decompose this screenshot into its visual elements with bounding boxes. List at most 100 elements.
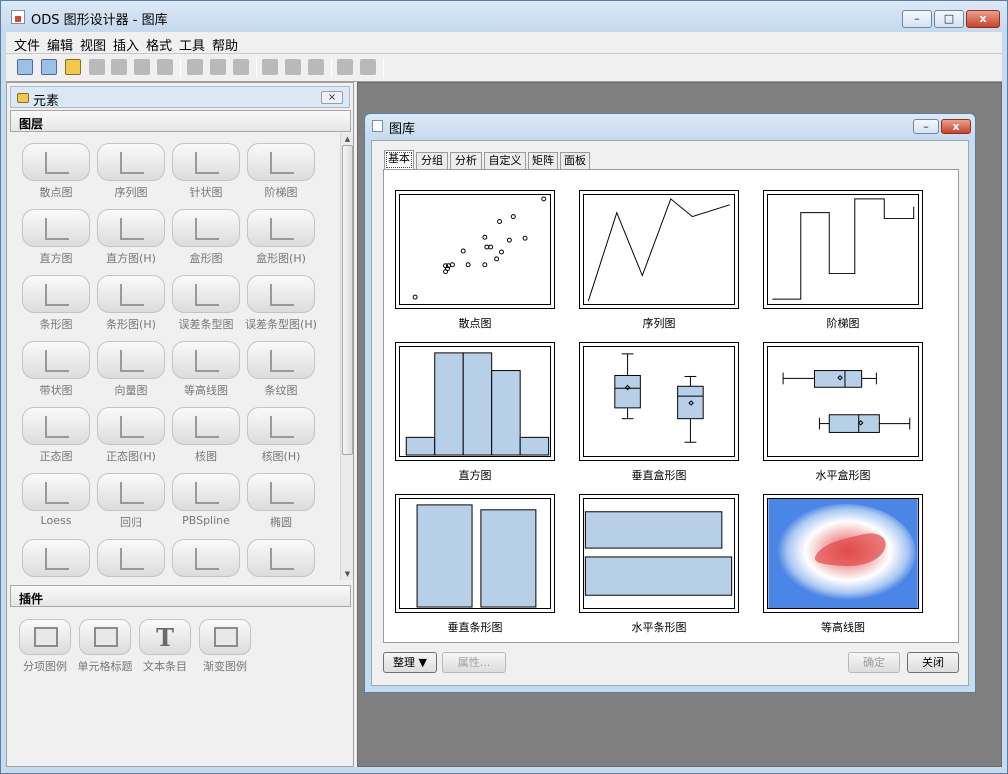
layer-box-button[interactable]: 盒形图 [168, 209, 244, 266]
close-button[interactable]: x [966, 10, 1000, 28]
menu-help[interactable]: 帮助 [212, 35, 238, 54]
tab-matrix[interactable]: 矩阵 [528, 152, 558, 169]
layer-button-face [22, 341, 90, 379]
gallery-item-histogram[interactable]: 直方图 [395, 342, 555, 483]
properties-icon[interactable] [308, 59, 324, 75]
layers-section-header[interactable]: 图层 [10, 110, 351, 132]
drop-line-icon [120, 548, 144, 570]
layer-regression-button[interactable]: 回归 [93, 473, 169, 530]
save-as-icon[interactable] [111, 59, 127, 75]
layer-vector-button[interactable]: 向量图 [93, 341, 169, 398]
layers-scrollbar[interactable]: ▲ ▼ [340, 133, 353, 580]
layer-loess-button[interactable]: Loess [18, 473, 94, 527]
layer-contour-button[interactable]: 等高线图 [168, 341, 244, 398]
print-icon[interactable] [134, 59, 150, 75]
save-icon[interactable] [89, 59, 105, 75]
layer-histogram-h-button[interactable]: 直方图(H) [93, 209, 169, 266]
layer-ellipse-button[interactable]: 椭圆 [243, 473, 319, 530]
gallery-item-horizontal-bar[interactable]: 水平条形图 [579, 494, 739, 635]
plugin-text-button[interactable]: T 文本条目 [134, 619, 196, 674]
scroll-up-icon[interactable]: ▲ [341, 135, 354, 143]
layout-icon[interactable] [360, 59, 376, 75]
layer-label: 条形图(H) [106, 318, 156, 331]
regression-icon [120, 482, 144, 504]
layer-step-button[interactable]: 阶梯图 [243, 143, 319, 200]
new-graph-icon[interactable] [17, 59, 33, 75]
layer-kernel-button[interactable]: 核图 [168, 407, 244, 464]
align-icon[interactable] [337, 59, 353, 75]
tab-basic[interactable]: 基本 [384, 150, 414, 170]
print-preview-icon[interactable] [157, 59, 173, 75]
plugin-label: 渐变图例 [203, 660, 247, 673]
layer-bar-button[interactable]: 条形图 [18, 275, 94, 332]
layer-box-h-button[interactable]: 盒形图(H) [243, 209, 319, 266]
kernel-h-icon [270, 416, 294, 438]
maximize-button[interactable]: □ [934, 10, 964, 28]
layer-bar-h-button[interactable]: 条形图(H) [93, 275, 169, 332]
menu-insert[interactable]: 插入 [113, 35, 139, 54]
open-icon[interactable] [65, 59, 81, 75]
scroll-down-icon[interactable]: ▼ [341, 570, 354, 578]
layer-line-parm-button[interactable] [243, 539, 319, 580]
bar-icon [45, 284, 69, 306]
layer-button-face [22, 209, 90, 247]
move-up-icon[interactable] [262, 59, 278, 75]
layer-fringe-button[interactable]: 条纹图 [243, 341, 319, 398]
gallery-tab-pane: 散点图 序列图 阶梯图 直方图 垂直盒形图 水平盒形图 垂直条形图 水平条形图 … [383, 169, 959, 643]
gallery-item-step[interactable]: 阶梯图 [763, 190, 923, 331]
plugin-cell-title-button[interactable]: 单元格标题 [74, 619, 136, 674]
redo-icon[interactable] [210, 59, 226, 75]
layer-normal-button[interactable]: 正态图 [18, 407, 94, 464]
layer-histogram-button[interactable]: 直方图 [18, 209, 94, 266]
element-panel-title: 元素 [33, 94, 60, 109]
undo-icon[interactable] [187, 59, 203, 75]
gallery-item-vertical-box[interactable]: 垂直盒形图 [579, 342, 739, 483]
layer-scatter-button[interactable]: 散点图 [18, 143, 94, 200]
tab-group[interactable]: 分组 [416, 152, 448, 169]
gallery-item-scatter[interactable]: 散点图 [395, 190, 555, 331]
plugin-gradient-legend-button[interactable]: 渐变图例 [194, 619, 256, 674]
gallery-window: 图库 – x 基本 分组 分析 自定义 矩阵 面板 散点图 序列图 阶梯图 直方… [364, 113, 976, 693]
tab-analysis[interactable]: 分析 [450, 152, 482, 169]
scrollbar-thumb[interactable] [342, 145, 353, 455]
gallery-item-horizontal-box[interactable]: 水平盒形图 [763, 342, 923, 483]
layer-pbspline-button[interactable]: PBSpline [168, 473, 244, 527]
menu-file[interactable]: 文件 [14, 35, 40, 54]
line-parm-icon [270, 548, 294, 570]
gallery-item-series[interactable]: 序列图 [579, 190, 739, 331]
tab-panel[interactable]: 面板 [560, 152, 590, 169]
layer-error-bar-h-button[interactable]: 误差条型图(H) [243, 275, 319, 332]
plugin-legend-button[interactable]: 分项图例 [14, 619, 76, 674]
copy-icon[interactable] [233, 59, 249, 75]
move-down-icon[interactable] [285, 59, 301, 75]
organize-button[interactable]: 整理 ▼ [383, 652, 437, 673]
menu-tools[interactable]: 工具 [179, 35, 205, 54]
new-gallery-icon[interactable] [41, 59, 57, 75]
layer-drop-line-button[interactable] [93, 539, 169, 580]
layer-reference-line-button[interactable] [18, 539, 94, 580]
layer-needle-button[interactable]: 针状图 [168, 143, 244, 200]
layer-band-button[interactable]: 带状图 [18, 341, 94, 398]
horizontal-bar-thumbnail [583, 498, 735, 609]
properties-button[interactable]: 属性... [442, 652, 506, 673]
layer-kernel-h-button[interactable]: 核图(H) [243, 407, 319, 464]
plugins-section-header[interactable]: 插件 [10, 585, 351, 607]
layer-series-button[interactable]: 序列图 [93, 143, 169, 200]
gallery-item-vertical-bar[interactable]: 垂直条形图 [395, 494, 555, 635]
menu-edit[interactable]: 编辑 [47, 35, 73, 54]
layer-dashed-line-button[interactable] [168, 539, 244, 580]
layer-normal-h-button[interactable]: 正态图(H) [93, 407, 169, 464]
tab-custom[interactable]: 自定义 [484, 152, 526, 169]
menu-view[interactable]: 视图 [80, 35, 106, 54]
gallery-item-contour[interactable]: 等高线图 [763, 494, 923, 635]
minimize-button[interactable]: – [902, 10, 932, 28]
ok-button[interactable]: 确定 [848, 652, 900, 673]
gallery-minimize-button[interactable]: – [913, 119, 939, 134]
panel-close-button[interactable]: × [321, 91, 343, 104]
close-gallery-button[interactable]: 关闭 [907, 652, 959, 673]
gallery-close-button[interactable]: x [941, 119, 971, 134]
menu-format[interactable]: 格式 [146, 35, 172, 54]
layer-button-face [172, 143, 240, 181]
layer-error-bar-button[interactable]: 误差条型图 [168, 275, 244, 332]
step-thumbnail [767, 194, 919, 305]
